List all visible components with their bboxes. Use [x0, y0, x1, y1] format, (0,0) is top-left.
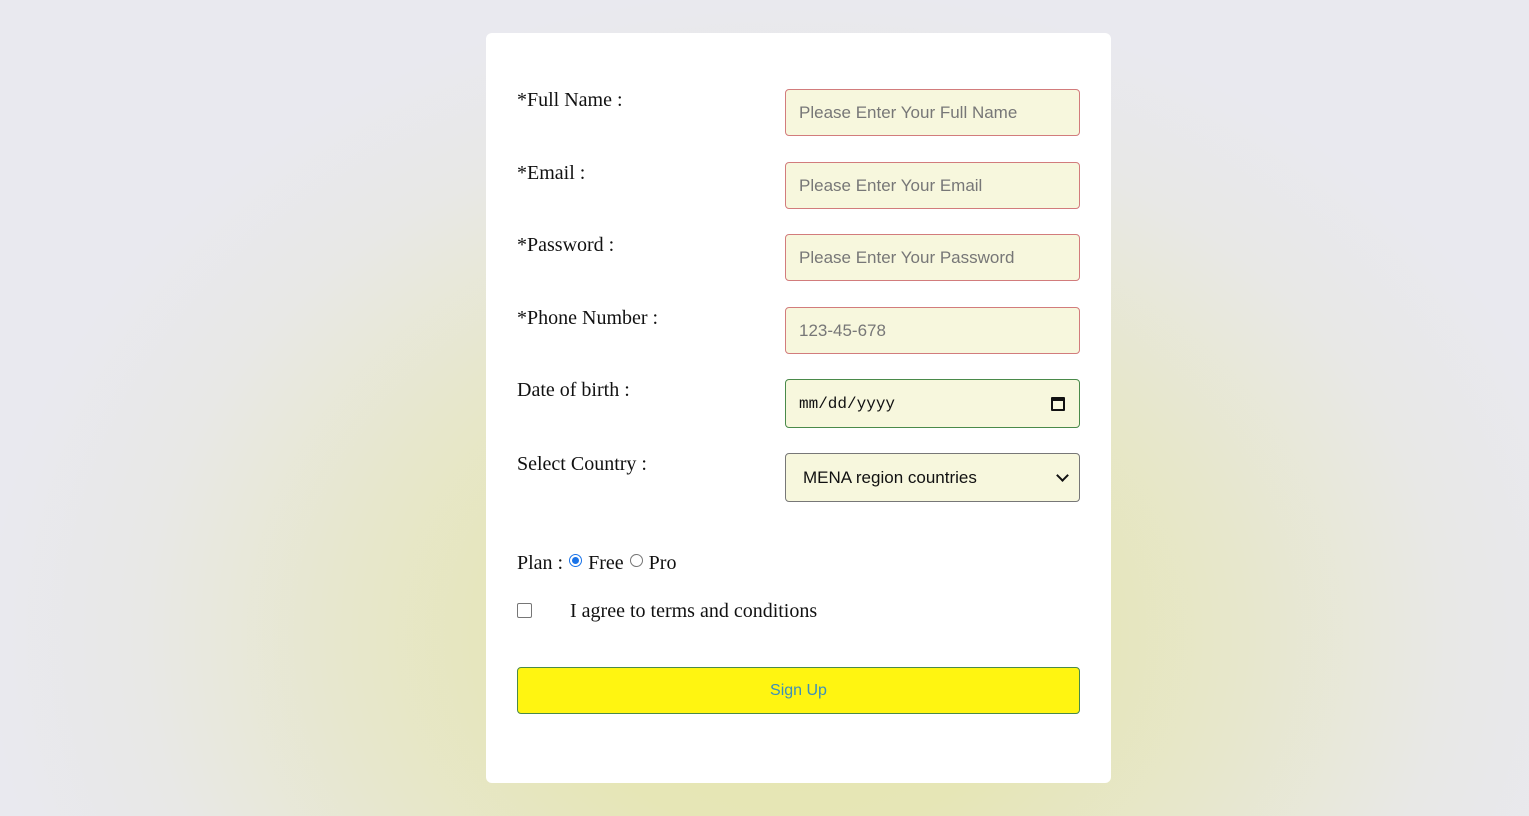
- date-of-birth-label: Date of birth :: [517, 379, 630, 401]
- date-placeholder: mm/dd/yyyy: [799, 394, 896, 413]
- country-selected-value: MENA region countries: [803, 467, 977, 487]
- sign-up-button[interactable]: Sign Up: [517, 667, 1080, 714]
- full-name-label: *Full Name :: [517, 89, 623, 111]
- country-select[interactable]: MENA region countries: [785, 453, 1080, 502]
- plan-free-label: Free: [588, 552, 624, 574]
- full-name-input[interactable]: [785, 89, 1080, 136]
- email-input[interactable]: [785, 162, 1080, 209]
- date-of-birth-input[interactable]: mm/dd/yyyy: [785, 379, 1080, 428]
- phone-number-input[interactable]: [785, 307, 1080, 354]
- plan-pro-label: Pro: [648, 552, 677, 574]
- plan-label: Plan :: [517, 552, 564, 574]
- password-label: *Password :: [517, 234, 615, 256]
- terms-checkbox[interactable]: [517, 603, 532, 618]
- password-input[interactable]: [785, 234, 1080, 281]
- signup-form-card: *Full Name : *Email : *Password : *Phone…: [486, 33, 1111, 783]
- plan-group: Plan : Free Pro: [517, 552, 676, 575]
- select-country-label: Select Country :: [517, 453, 647, 475]
- plan-pro-radio[interactable]: [629, 554, 643, 567]
- email-label: *Email :: [517, 162, 586, 184]
- chevron-down-icon: [1056, 468, 1069, 482]
- terms-label: I agree to terms and conditions: [570, 600, 818, 622]
- calendar-icon[interactable]: [1051, 396, 1065, 411]
- plan-free-radio[interactable]: [569, 554, 583, 567]
- phone-number-label: *Phone Number :: [517, 307, 659, 329]
